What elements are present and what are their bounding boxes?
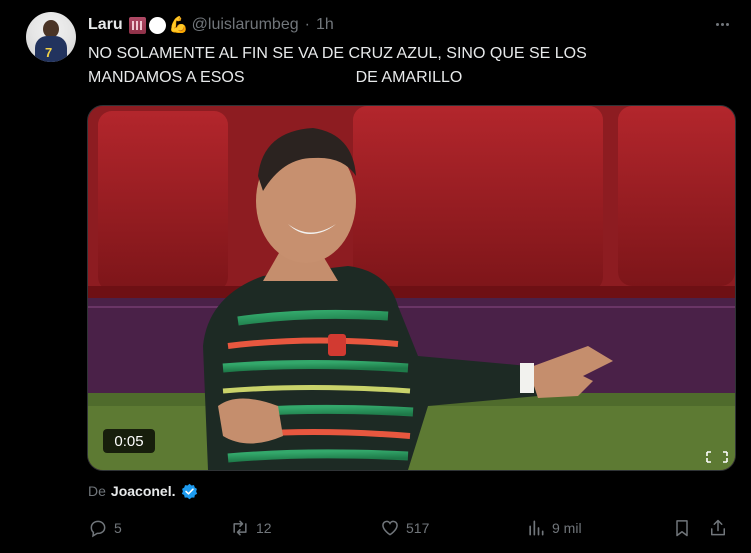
heart-icon — [382, 520, 398, 536]
views-count: 9 mil — [552, 520, 582, 536]
repost-icon — [233, 520, 247, 536]
repost-button[interactable]: 12 — [230, 516, 272, 540]
share-button[interactable] — [708, 516, 728, 540]
avatar[interactable]: 7 — [26, 12, 76, 62]
timestamp[interactable]: 1h — [316, 16, 334, 34]
reply-button[interactable]: 5 — [88, 516, 122, 540]
user-handle[interactable]: @luislarumbeg — [192, 16, 299, 34]
tweet-header: Laru 💪 @luislarumbeg · 1h — [88, 14, 334, 36]
tweet-text-line-2: MANDAMOS A ESOS DE AMARILLO — [88, 69, 463, 86]
avatar-shirt-number: 7 — [45, 45, 53, 60]
video-frame — [88, 106, 735, 470]
attribution-author-link[interactable]: Joaconel. — [111, 483, 176, 499]
tweet-text: NO SOLAMENTE AL FIN SE VA DE CRUZ AZUL, … — [88, 42, 688, 90]
share-icon — [711, 519, 725, 536]
separator-dot: · — [304, 16, 310, 33]
reply-icon — [90, 520, 106, 538]
bookmark-button[interactable] — [672, 516, 692, 540]
building-emoji-icon — [128, 16, 146, 34]
repost-count: 12 — [256, 520, 272, 536]
bookmark-icon — [676, 520, 688, 537]
video-player[interactable] — [87, 105, 736, 471]
like-button[interactable]: 517 — [380, 516, 429, 540]
views-icon — [529, 520, 544, 536]
expand-icon[interactable] — [705, 450, 729, 464]
tweet-actions: 5 12 517 9 mil — [88, 516, 738, 540]
display-name[interactable]: Laru — [88, 16, 123, 34]
name-emojis: 💪 — [128, 16, 189, 34]
flexed-biceps-emoji-icon: 💪 — [168, 16, 189, 34]
ball-emoji-icon — [148, 16, 166, 34]
like-count: 517 — [406, 520, 430, 536]
video-attribution: De Joaconel. — [88, 481, 198, 501]
reply-count: 5 — [114, 520, 122, 536]
views-button[interactable]: 9 mil — [526, 516, 582, 540]
more-options-icon[interactable] — [710, 14, 734, 34]
video-duration-badge: 0:05 — [103, 429, 155, 453]
verified-badge-icon — [181, 483, 197, 499]
attribution-prefix: De — [88, 483, 106, 499]
tweet-text-line-1: NO SOLAMENTE AL FIN SE VA DE CRUZ AZUL, … — [88, 45, 587, 62]
